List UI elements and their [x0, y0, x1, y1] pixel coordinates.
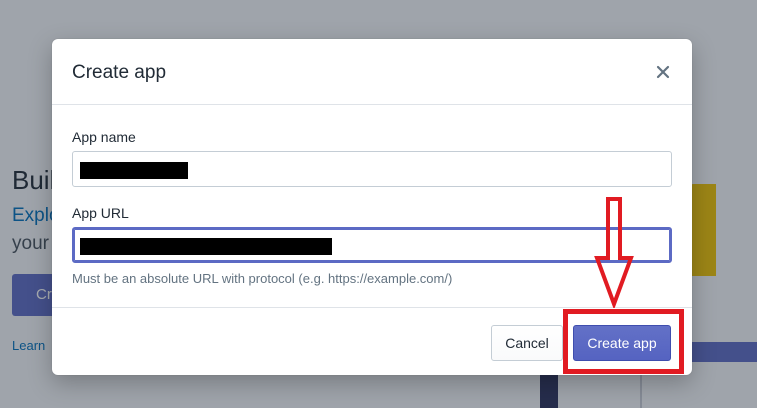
app-name-label: App name: [72, 129, 136, 145]
redacted-value: [80, 162, 188, 179]
app-url-label: App URL: [72, 205, 129, 221]
down-arrow-icon: [594, 197, 634, 308]
redacted-value: [80, 238, 332, 255]
modal-header: Create app: [52, 39, 692, 105]
modal-title: Create app: [72, 62, 167, 83]
app-name-input[interactable]: [72, 151, 672, 187]
cancel-button[interactable]: Cancel: [491, 325, 563, 361]
close-icon: [656, 65, 670, 79]
close-button[interactable]: [654, 63, 672, 81]
app-url-input[interactable]: [72, 227, 672, 263]
app-url-help-text: Must be an absolute URL with protocol (e…: [72, 271, 453, 286]
annotation-highlight-box: [563, 309, 684, 374]
